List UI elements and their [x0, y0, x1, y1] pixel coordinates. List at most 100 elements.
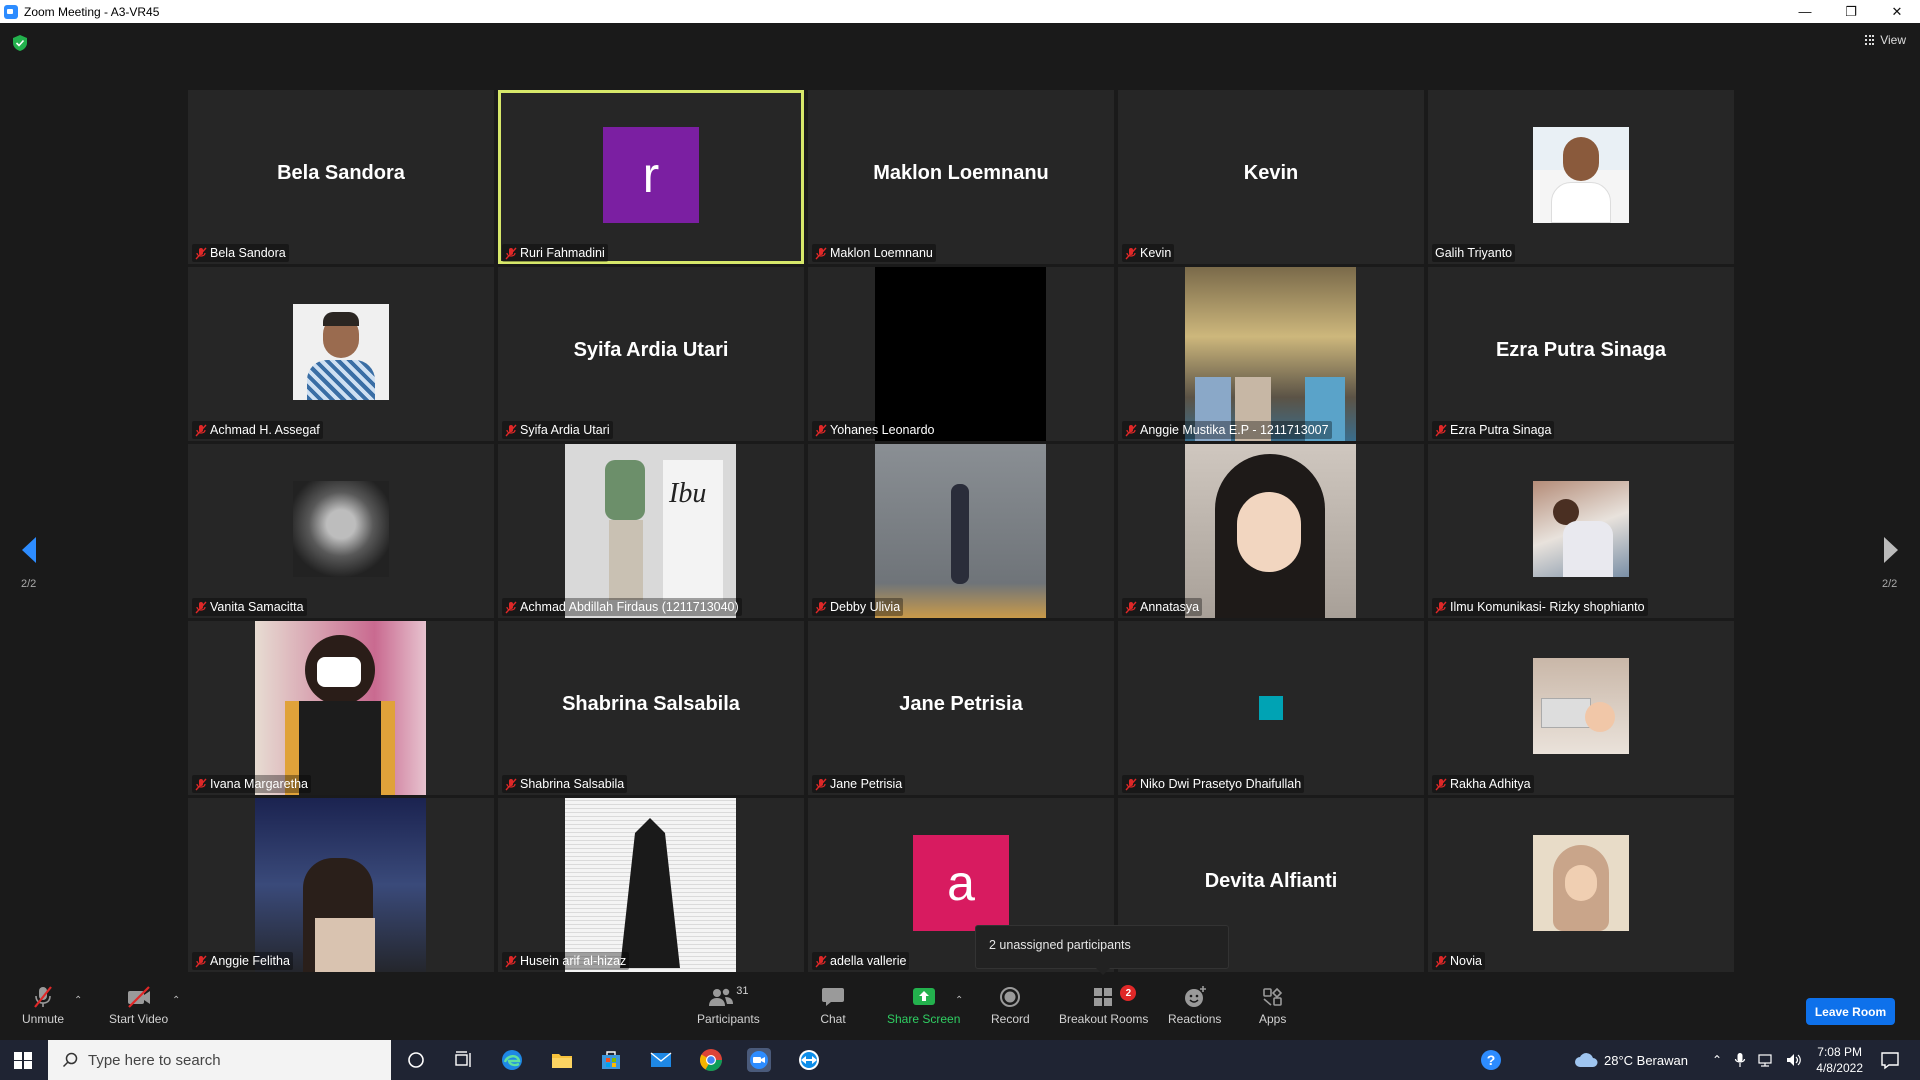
- zoom-app-icon: [4, 4, 18, 19]
- participant-tile[interactable]: Achmad H. Assegaf: [188, 267, 494, 441]
- participant-name: Annatasya: [1140, 600, 1200, 614]
- participant-tile[interactable]: Anggie Mustika E.P - 1211713007: [1118, 267, 1424, 441]
- share-screen-label: Share Screen: [887, 1012, 961, 1026]
- participant-name-label: Novia: [1432, 952, 1485, 970]
- leave-room-button[interactable]: Leave Room: [1806, 998, 1895, 1025]
- tray-expand-icon[interactable]: ⌃: [1712, 1053, 1722, 1067]
- chrome-icon[interactable]: [698, 1047, 724, 1073]
- start-video-label: Start Video: [109, 1012, 169, 1026]
- participant-name-label: Ruri Fahmadini: [502, 244, 608, 262]
- participant-tile[interactable]: Syifa Ardia Utari Syifa Ardia Utari: [498, 267, 804, 441]
- participant-tile[interactable]: Vanita Samacitta: [188, 444, 494, 618]
- participant-tile[interactable]: Ezra Putra Sinaga Ezra Putra Sinaga: [1428, 267, 1734, 441]
- minimize-button[interactable]: —: [1782, 0, 1828, 23]
- notifications-icon[interactable]: [1877, 1047, 1903, 1073]
- participant-tile[interactable]: Ivana Margaretha: [188, 621, 494, 795]
- muted-mic-icon: [195, 247, 207, 259]
- profile-photo: [293, 481, 389, 577]
- participant-name: Jane Petrisia: [830, 777, 903, 791]
- muted-mic-icon: [1125, 424, 1137, 436]
- file-explorer-icon[interactable]: [549, 1047, 575, 1073]
- participant-name: Maklon Loemnanu: [830, 246, 933, 260]
- view-label: View: [1880, 33, 1906, 47]
- participant-tile[interactable]: Kevin Kevin: [1118, 90, 1424, 264]
- apps-label: Apps: [1259, 1012, 1287, 1026]
- participant-name: Galih Triyanto: [1435, 246, 1513, 260]
- participant-tile[interactable]: Debby Ulivia: [808, 444, 1114, 618]
- participant-tile[interactable]: Yohanes Leonardo: [808, 267, 1114, 441]
- help-icon[interactable]: ?: [1478, 1047, 1504, 1073]
- participant-tile[interactable]: Novia: [1428, 798, 1734, 972]
- video-feed: [875, 267, 1046, 441]
- participant-display-name: Maklon Loemnanu: [873, 162, 1049, 184]
- audio-options-caret-icon[interactable]: ⌃: [74, 995, 82, 1006]
- participant-name-label: Anggie Felitha: [192, 952, 293, 970]
- participant-tile[interactable]: Anggie Felitha: [188, 798, 494, 972]
- share-screen-icon: [912, 988, 935, 1005]
- edge-browser-icon[interactable]: [499, 1047, 525, 1073]
- participant-name-label: Shabrina Salsabila: [502, 775, 628, 793]
- breakout-rooms-icon: [1093, 988, 1112, 1006]
- participant-name: Achmad H. Assegaf: [210, 423, 320, 437]
- participant-tile[interactable]: Ilmu Komunikasi- Rizky shophianto: [1428, 444, 1734, 618]
- muted-mic-icon: [1125, 778, 1137, 790]
- participant-tile[interactable]: Ibu Achmad Abdillah Firdaus (1211713040): [498, 444, 804, 618]
- meeting-toolbar: Unmute ⌃ Start Video ⌃ 31 Participants C…: [0, 977, 1920, 1040]
- previous-page-arrow-icon[interactable]: [18, 535, 40, 565]
- window-titlebar: Zoom Meeting - A3-VR45 — ❐ ✕: [0, 0, 1920, 23]
- breakout-rooms-button[interactable]: 2 Breakout Rooms: [1059, 985, 1148, 1026]
- record-button[interactable]: Record: [991, 985, 1030, 1026]
- muted-microphone-icon: [34, 986, 52, 1008]
- encryption-shield-icon[interactable]: [13, 35, 27, 51]
- profile-photo: [1533, 658, 1629, 754]
- mail-icon[interactable]: [648, 1047, 674, 1073]
- microphone-tray-icon[interactable]: [1734, 1052, 1746, 1068]
- meeting-stage: View 2/2 2/2 Bela Sandora Bela Sandora r Ru…: [0, 23, 1920, 977]
- share-options-caret-icon[interactable]: ⌃: [955, 995, 963, 1006]
- participant-tile[interactable]: Jane Petrisia Jane Petrisia: [808, 621, 1114, 795]
- zoom-taskbar-icon[interactable]: [746, 1047, 772, 1073]
- profile-photo: [1533, 481, 1629, 577]
- next-page-arrow-icon[interactable]: [1880, 535, 1902, 565]
- task-view-icon[interactable]: [450, 1047, 476, 1073]
- weather-widget[interactable]: 28°C Berawan: [1574, 1040, 1688, 1080]
- windows-start-icon[interactable]: [14, 1052, 32, 1069]
- chat-button[interactable]: Chat: [820, 985, 846, 1026]
- muted-mic-icon: [505, 424, 517, 436]
- participant-tile[interactable]: Husein arif al-hizaz: [498, 798, 804, 972]
- teamviewer-icon[interactable]: [796, 1047, 822, 1073]
- video-options-caret-icon[interactable]: ⌃: [172, 995, 180, 1006]
- participant-tile[interactable]: Niko Dwi Prasetyo Dhaifullah: [1118, 621, 1424, 795]
- microsoft-store-icon[interactable]: [598, 1047, 624, 1073]
- participant-tile[interactable]: Bela Sandora Bela Sandora: [188, 90, 494, 264]
- participant-tile[interactable]: Annatasya: [1118, 444, 1424, 618]
- taskbar-search-box[interactable]: Type here to search: [48, 1040, 391, 1080]
- participant-tile[interactable]: Galih Triyanto: [1428, 90, 1734, 264]
- participant-name: Anggie Mustika E.P - 1211713007: [1140, 423, 1329, 437]
- reactions-button[interactable]: Reactions: [1168, 985, 1221, 1026]
- muted-mic-icon: [195, 601, 207, 613]
- weather-text: 28°C Berawan: [1604, 1052, 1688, 1068]
- view-button[interactable]: View: [1865, 33, 1906, 47]
- participant-name-label: Jane Petrisia: [812, 775, 906, 793]
- participants-button[interactable]: 31 Participants: [697, 985, 760, 1026]
- taskbar-clock[interactable]: 7:08 PM 4/8/2022: [1816, 1044, 1863, 1076]
- participant-name: Kevin: [1140, 246, 1172, 260]
- muted-mic-icon: [815, 424, 827, 436]
- windows-taskbar: Type here to search ? 28°C Berawan ⌃ 7:0…: [0, 1040, 1920, 1080]
- shared-content-thumbnail: [1259, 696, 1283, 720]
- participant-tile[interactable]: Rakha Adhitya: [1428, 621, 1734, 795]
- volume-icon[interactable]: [1786, 1052, 1802, 1068]
- participant-tile[interactable]: Maklon Loemnanu Maklon Loemnanu: [808, 90, 1114, 264]
- close-button[interactable]: ✕: [1874, 0, 1920, 23]
- network-icon[interactable]: [1758, 1052, 1774, 1068]
- start-video-button[interactable]: Start Video: [109, 985, 168, 1026]
- restore-button[interactable]: ❐: [1828, 0, 1874, 23]
- cortana-icon[interactable]: [403, 1047, 429, 1073]
- participant-tile[interactable]: Shabrina Salsabila Shabrina Salsabila: [498, 621, 804, 795]
- reactions-label: Reactions: [1168, 1012, 1222, 1026]
- participant-tile[interactable]: r Ruri Fahmadini: [498, 90, 804, 264]
- unmute-button[interactable]: Unmute: [22, 985, 64, 1026]
- apps-button[interactable]: Apps: [1259, 985, 1286, 1026]
- share-screen-button[interactable]: Share Screen: [887, 985, 960, 1026]
